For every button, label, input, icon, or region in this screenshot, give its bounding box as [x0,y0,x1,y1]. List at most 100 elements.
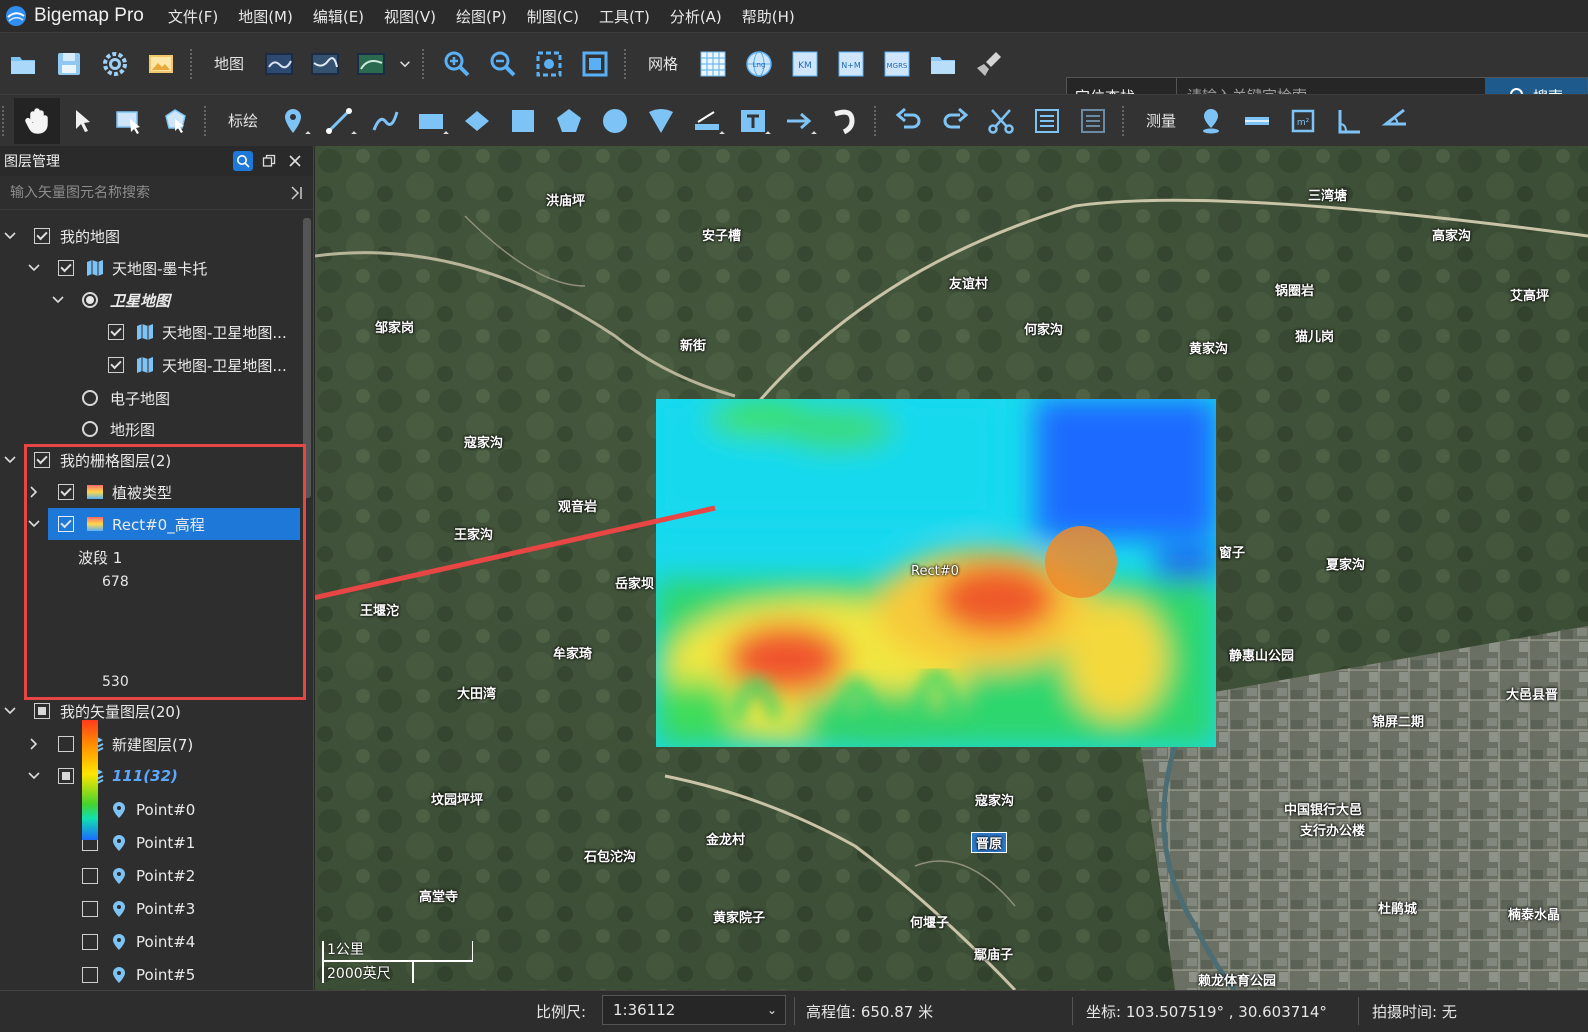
layer-checkbox[interactable] [58,736,74,752]
basemap-radio[interactable] [82,292,98,308]
tree-row-satellite[interactable]: 卫星地图 [0,284,300,316]
draw-rectangle-button[interactable] [408,98,454,144]
measure-angle-button[interactable] [1326,98,1372,144]
chevron-right-icon[interactable] [289,185,303,200]
attribute-table-2-button[interactable] [1070,98,1116,144]
image-button[interactable] [138,41,184,87]
km-grid-button[interactable]: KM [782,41,828,87]
layer-checkbox[interactable] [82,967,98,983]
grid-folder-button[interactable] [920,41,966,87]
layer-checkbox[interactable] [108,357,124,373]
basemap-radio[interactable] [82,421,98,437]
attribute-table-button[interactable] [1024,98,1070,144]
draw-arrow-button[interactable] [776,98,822,144]
chevron-down-icon[interactable] [50,292,66,308]
open-folder-button[interactable] [0,41,46,87]
tree-row-point[interactable]: Point#1 [0,827,300,859]
draw-curve-button[interactable] [362,98,408,144]
polygon-select-button[interactable] [152,98,198,144]
save-button[interactable] [46,41,92,87]
grid-button[interactable] [690,41,736,87]
zoom-extent-button[interactable] [526,41,572,87]
chevron-down-icon[interactable] [26,260,42,276]
tree-row-my-map[interactable]: 我的地图 [0,220,300,252]
tree-row-tdt-mercator[interactable]: 天地图-墨卡托 [0,252,300,284]
draw-line-button[interactable] [316,98,362,144]
basemap-radio[interactable] [82,390,98,406]
chevron-down-icon[interactable] [2,228,18,244]
layer-checkbox[interactable] [108,324,124,340]
measure-distance-button[interactable] [1234,98,1280,144]
tree-row-point[interactable]: Point#5 [0,959,300,990]
tree-row-point[interactable]: Point#3 [0,893,300,925]
tree-row-terrain[interactable]: 地形图 [0,413,300,445]
menu-draw[interactable]: 绘图(P) [446,6,517,27]
measure-area-button[interactable]: m² [1280,98,1326,144]
draw-sector-button[interactable] [638,98,684,144]
chevron-right-icon[interactable] [26,736,42,752]
clear-grid-button[interactable] [966,41,1012,87]
panel-float-button[interactable] [259,151,279,171]
menu-tools[interactable]: 工具(T) [589,6,660,27]
basemap-1-button[interactable] [256,41,302,87]
tree-row-point[interactable]: Point#0 [0,794,300,826]
measure-azimuth-button[interactable] [1372,98,1418,144]
panel-close-button[interactable] [285,151,305,171]
cut-button[interactable] [978,98,1024,144]
layer-checkbox[interactable] [58,260,74,276]
layer-checkbox[interactable] [34,703,50,719]
place-label: 鄢庙子 [974,948,1014,963]
draw-road-button[interactable] [684,98,730,144]
pan-tool-button[interactable] [14,97,60,144]
draw-circle-button[interactable] [592,98,638,144]
menu-help[interactable]: 帮助(H) [732,6,805,27]
zoom-in-button[interactable] [434,41,480,87]
tree-row-sat-layer-1[interactable]: 天地图-卫星地图... [0,316,300,348]
chevron-down-icon[interactable] [26,768,42,784]
measure-point-button[interactable] [1188,98,1234,144]
layer-checkbox[interactable] [34,228,50,244]
redo-button[interactable] [932,98,978,144]
full-extent-button[interactable] [572,41,618,87]
menu-edit[interactable]: 编辑(E) [303,6,374,27]
draw-square-button[interactable] [500,98,546,144]
layer-checkbox[interactable] [82,934,98,950]
nm-grid-button[interactable]: N+M [828,41,874,87]
layer-checkbox[interactable] [82,868,98,884]
menu-map[interactable]: 地图(M) [228,6,303,27]
basemap-3-button[interactable] [348,41,394,87]
chevron-down-icon[interactable] [2,452,18,468]
mgrs-grid-button[interactable]: MGRS [874,41,920,87]
chevron-down-icon[interactable] [2,703,18,719]
layer-checkbox[interactable] [82,901,98,917]
basemap-2-button[interactable] [302,41,348,87]
tree-row-electronic[interactable]: 电子地图 [0,382,300,414]
basemap-dropdown-button[interactable] [394,41,416,87]
panel-search-button[interactable] [233,151,253,171]
scale-select[interactable]: 1:36112 ⌄ [602,995,786,1025]
draw-arrow-shape-button[interactable] [454,98,500,144]
tree-row-layer-111[interactable]: 111(32) [0,760,300,792]
menu-cartography[interactable]: 制图(C) [517,6,589,27]
draw-text-button[interactable] [730,98,776,144]
menu-view[interactable]: 视图(V) [374,6,446,27]
tree-row-sat-layer-2[interactable]: 天地图-卫星地图... [0,349,300,381]
select-tool-button[interactable] [60,98,106,144]
menu-analysis[interactable]: 分析(A) [660,6,732,27]
box-select-button[interactable] [106,98,152,144]
elevation-raster-overlay[interactable]: Rect#0 [656,399,1216,747]
layer-filter-input[interactable] [10,184,289,201]
map-canvas[interactable]: Rect#0 洪庙坪 安子槽 三湾塘 高家沟 友谊村 锅圈岩 艾高坪 邹家岗 何… [315,146,1588,990]
zoom-out-button[interactable] [480,41,526,87]
tree-row-new-layer[interactable]: 新建图层(7) [0,728,300,760]
layer-checkbox[interactable] [58,768,74,784]
lnglat-grid-button[interactable]: Lng [736,41,782,87]
settings-button[interactable] [92,41,138,87]
draw-polygon-button[interactable] [546,98,592,144]
undo-button[interactable] [886,98,932,144]
tree-row-point[interactable]: Point#4 [0,926,300,958]
tree-row-point[interactable]: Point#2 [0,860,300,892]
draw-point-button[interactable] [270,98,316,144]
menu-file[interactable]: 文件(F) [158,6,228,27]
draw-curved-arrow-button[interactable] [822,98,868,144]
